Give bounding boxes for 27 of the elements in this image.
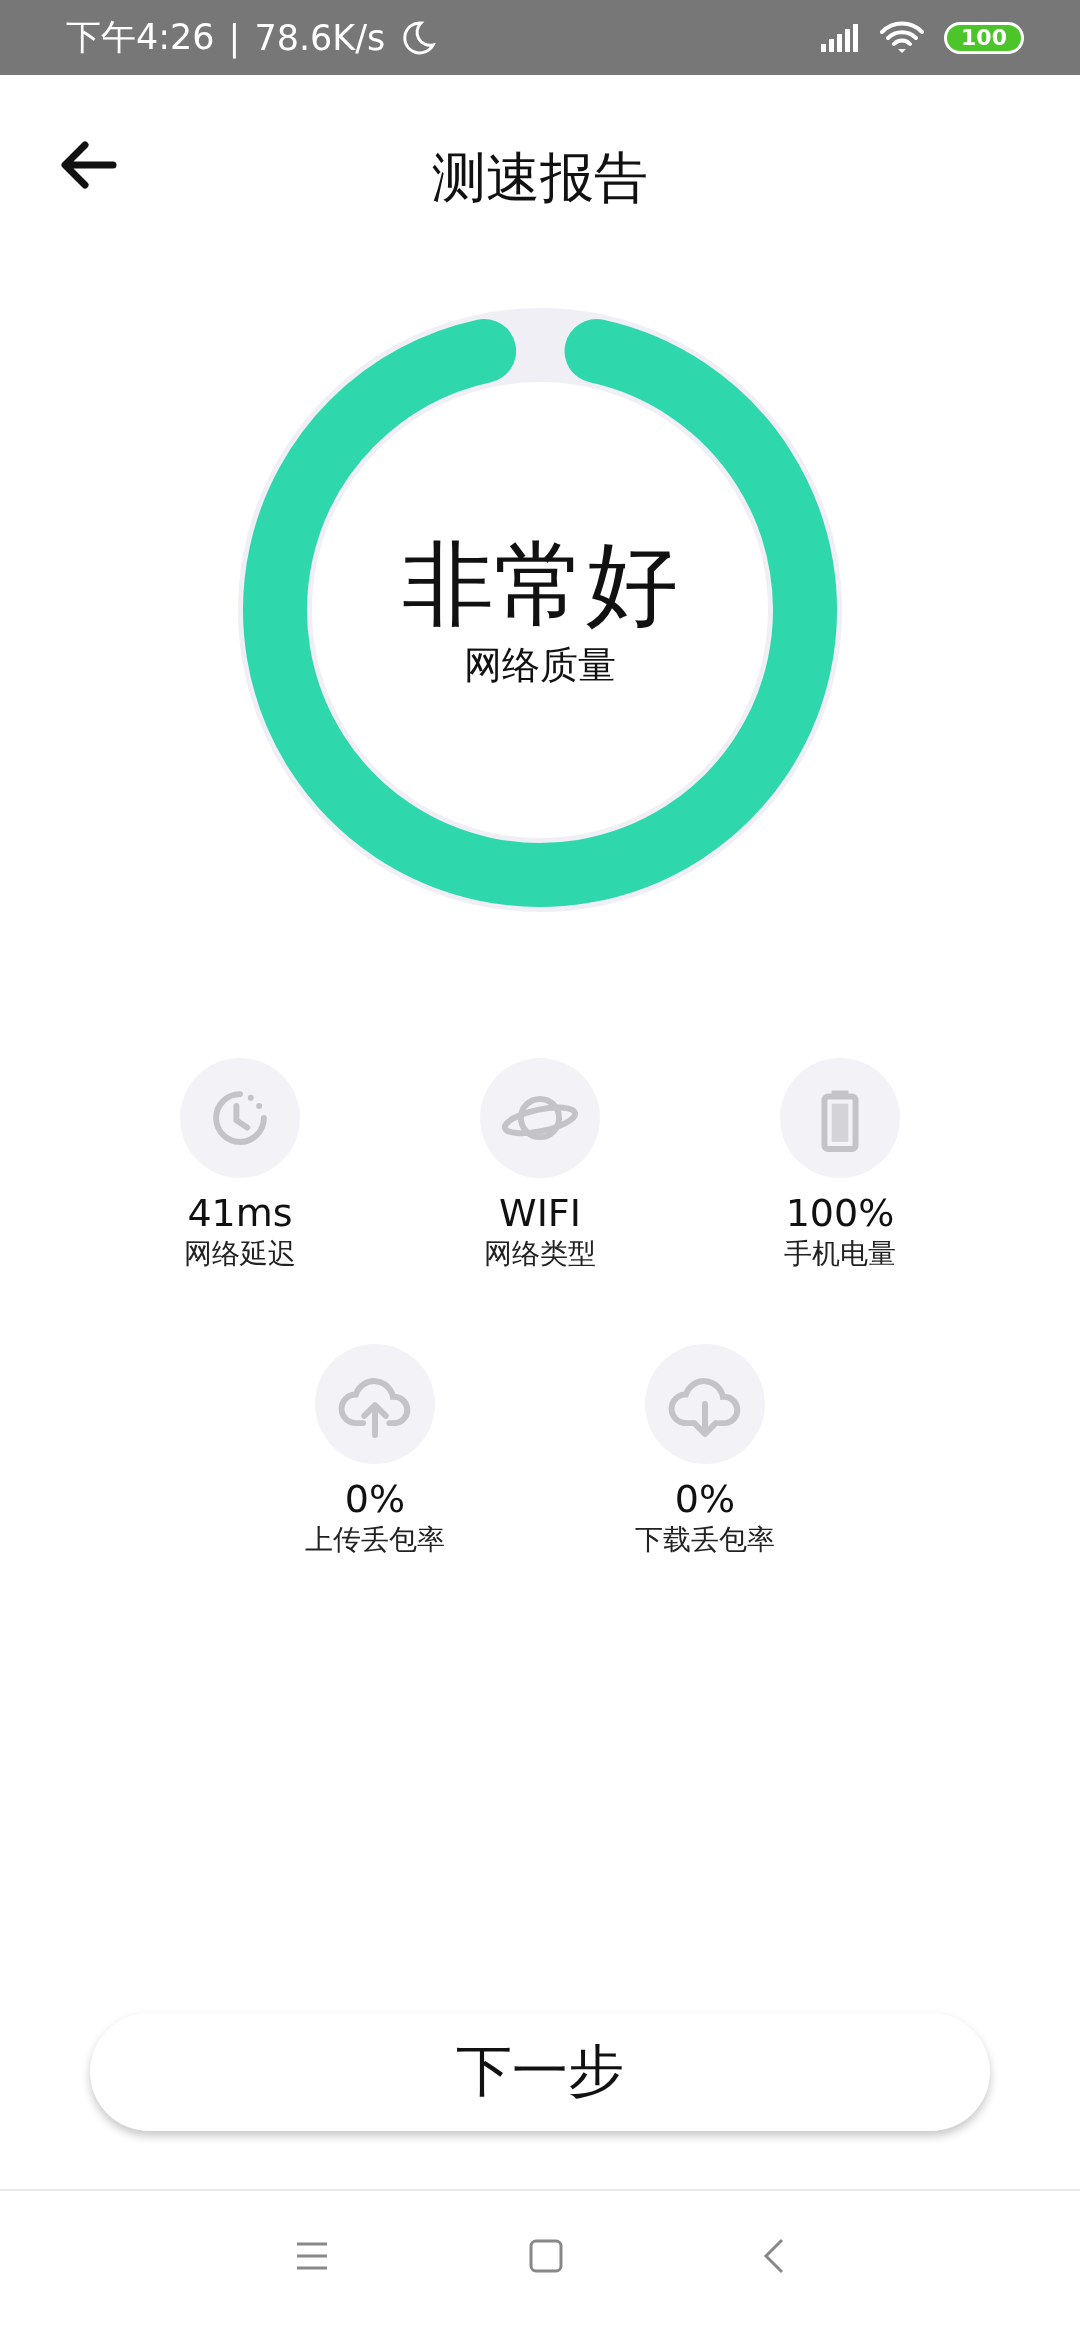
metric-value: 41ms xyxy=(187,1190,293,1236)
status-time: 下午4:26 xyxy=(66,16,215,59)
network-speed: 78.6K/s xyxy=(254,17,386,58)
menu-button[interactable] xyxy=(295,2241,329,2271)
status-separator: | xyxy=(228,17,241,58)
metric-value: 0% xyxy=(344,1476,406,1522)
menu-icon xyxy=(295,2241,329,2271)
metric-value: 100% xyxy=(785,1190,895,1236)
wifi-icon xyxy=(880,19,925,56)
metric-label: 网络延迟 xyxy=(184,1236,296,1272)
back-arrow-icon xyxy=(59,140,117,190)
metric-label: 上传丢包率 xyxy=(305,1522,445,1558)
quality-caption: 网络质量 xyxy=(464,642,616,689)
metric-value: WIFI xyxy=(499,1190,581,1236)
chevron-left-icon xyxy=(763,2238,785,2274)
square-icon xyxy=(529,2239,563,2273)
metric-label: 下载丢包率 xyxy=(635,1522,775,1558)
metric-label: 手机电量 xyxy=(784,1236,896,1272)
home-button[interactable] xyxy=(529,2239,563,2273)
quality-rating: 非常好 xyxy=(402,530,678,640)
battery-level: 100 xyxy=(944,21,1024,54)
signal-icon xyxy=(820,23,861,52)
metric-label: 网络类型 xyxy=(484,1236,596,1272)
metric-value: 0% xyxy=(674,1476,736,1522)
page-title: 测速报告 xyxy=(432,145,648,211)
back-nav-button[interactable] xyxy=(763,2238,785,2274)
next-button[interactable]: 下一步 xyxy=(90,2013,990,2131)
